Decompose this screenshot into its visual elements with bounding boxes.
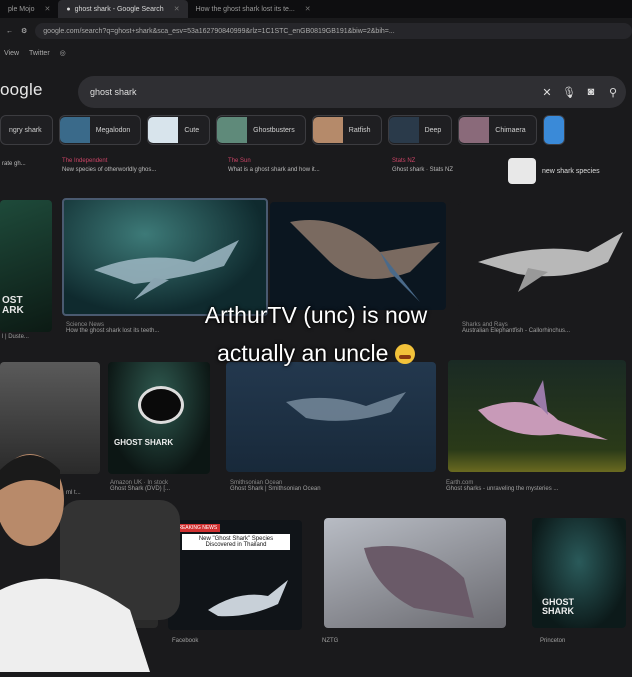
result-title: New species of otherworldly ghos... (62, 167, 157, 173)
close-icon[interactable]: ✕ (174, 5, 180, 13)
result-caption[interactable]: Smithsonian Ocean Ghost Shark | Smithsoni… (230, 480, 321, 492)
top-sources-row: rate gh... The Independent New species of… (0, 158, 632, 188)
caption-text: actually an uncle (217, 340, 389, 366)
chip-label: Megalodon (95, 126, 131, 134)
chip-more[interactable] (542, 115, 565, 145)
crying-face-icon (394, 344, 415, 364)
google-tab-icon: ● (66, 5, 71, 13)
chip-thumbnail (217, 117, 248, 143)
source-site: The Sun (228, 158, 251, 164)
browser-tab-active[interactable]: ● ghost shark - Google Search ✕ (58, 0, 188, 18)
chip[interactable]: ngry shark (0, 115, 53, 145)
result-title: rate gh... (2, 161, 26, 167)
chip-label: ngry shark (9, 126, 42, 134)
back-icon[interactable]: ← (6, 28, 13, 35)
ghost-shark-image (478, 380, 608, 440)
globe-icon[interactable]: ◎ (60, 49, 66, 57)
bookmarks-bar: View Twitter ◎ (0, 46, 66, 60)
ghost-shark-image (478, 232, 623, 292)
chip[interactable]: Cute (147, 115, 211, 145)
image-result[interactable] (226, 362, 436, 472)
camera-icon[interactable]: ◙ (582, 86, 600, 98)
tab-label: How the ghost shark lost its te... (195, 5, 295, 13)
tab-label: ghost shark - Google Search (74, 5, 164, 13)
result-title: Ghost sharks - unraveling the mysteries … (446, 486, 559, 492)
browser-tab[interactable]: ple Mojo ✕ (0, 0, 58, 18)
ghost-shark-image (208, 580, 288, 617)
chip-label: Cute (184, 126, 200, 134)
close-icon[interactable]: ✕ (44, 5, 50, 13)
chip[interactable]: Ratfish (311, 115, 382, 145)
chip[interactable]: Chimaera (458, 115, 537, 145)
source-site: Stats NZ (392, 158, 416, 164)
chip-thumbnail (312, 117, 343, 143)
result-source[interactable]: rate gh... (2, 158, 26, 167)
clear-icon[interactable]: ✕ (538, 86, 556, 99)
result-source[interactable]: Stats NZ Ghost shark · Stats NZ (392, 158, 453, 173)
chip-label: Chimaera (495, 126, 526, 134)
search-icon[interactable]: ⚲ (604, 86, 622, 99)
result-title: Ghost shark · Stats NZ (392, 167, 454, 173)
ghost-shark-image (94, 240, 239, 300)
chip[interactable]: Deep (387, 115, 453, 145)
related-chips: ngry shark Megalodon Cute Ghostbusters R… (0, 114, 632, 146)
url-field[interactable]: google.com/search?q=ghost+shark&sca_esv=… (35, 23, 632, 39)
source-site: NZTG (322, 638, 339, 644)
result-source[interactable]: The Sun What is a ghost shark and how it.… (228, 158, 320, 173)
chip[interactable]: Ghostbusters (216, 115, 306, 145)
address-bar-row: ← ⚙ google.com/search?q=ghost+shark&sca_… (0, 20, 632, 42)
source-site: The Independent (62, 158, 108, 164)
image-result[interactable] (324, 518, 506, 628)
video-caption-line1: ArthurTV (unc) is now (204, 302, 428, 328)
chip-thumbnail (459, 117, 490, 143)
bookmark-item[interactable]: View (4, 50, 19, 57)
source-site: Princeton (540, 638, 566, 644)
chip-thumbnail (148, 117, 179, 143)
tab-label: ple Mojo (8, 5, 35, 13)
image-result[interactable] (458, 202, 632, 308)
ghost-shark-image (290, 220, 440, 302)
bookmark-item[interactable]: Twitter (29, 50, 50, 57)
result-title: What is a ghost shark and how it... (228, 167, 320, 173)
result-caption[interactable]: NZTG (322, 638, 338, 644)
image-result[interactable] (448, 360, 626, 472)
browser-tab[interactable]: How the ghost shark lost its te... ✕ (188, 0, 319, 18)
chip-label: Ratfish (348, 126, 371, 134)
image-result[interactable]: BREAKING NEWS New "Ghost Shark" Species … (168, 520, 302, 630)
ghost-shark-image (364, 546, 474, 618)
result-caption[interactable]: Earth.com Ghost sharks - unraveling the m… (446, 480, 558, 492)
image-result-selected[interactable] (62, 198, 268, 316)
webcam-person (0, 440, 180, 672)
chip-label: Deep (424, 126, 442, 134)
google-logo[interactable]: oogle (0, 80, 43, 100)
chip[interactable]: Megalodon (58, 115, 142, 145)
chip-thumbnail (59, 117, 90, 143)
suggestion-label: new shark species (542, 167, 600, 175)
site-info-icon[interactable]: ⚙ (21, 27, 27, 35)
poster-title: GHOST SHARK (542, 597, 575, 616)
result-title: Ghost Shark | Smithsonian Ocean (230, 486, 321, 492)
image-result[interactable] (270, 202, 446, 310)
search-input[interactable]: ghost shark (90, 87, 538, 97)
google-header: oogle ghost shark ✕ 🎙 ◙ ⚲ (0, 70, 632, 114)
ghost-shark-image (286, 392, 406, 421)
chip-thumbnail (388, 117, 419, 143)
video-caption-line2: actually an uncle (0, 338, 632, 368)
suggestion-thumbnail (508, 158, 536, 184)
chip-label: Ghostbusters (253, 126, 295, 134)
image-result[interactable]: GHOST SHARK (532, 518, 626, 628)
close-icon[interactable]: ✕ (305, 5, 311, 13)
result-caption[interactable]: Princeton (540, 638, 565, 644)
search-box[interactable]: ghost shark ✕ 🎙 ◙ ⚲ (78, 76, 626, 108)
microphone-icon[interactable]: 🎙 (560, 86, 578, 99)
result-source[interactable]: The Independent New species of otherworld… (62, 158, 156, 173)
shark-mouth-graphic (138, 386, 184, 424)
new-species-suggestion[interactable]: new shark species (508, 158, 600, 184)
browser-tab-bar: ple Mojo ✕ ● ghost shark - Google Search ✕ … (0, 0, 632, 18)
person-silhouette (0, 454, 180, 672)
